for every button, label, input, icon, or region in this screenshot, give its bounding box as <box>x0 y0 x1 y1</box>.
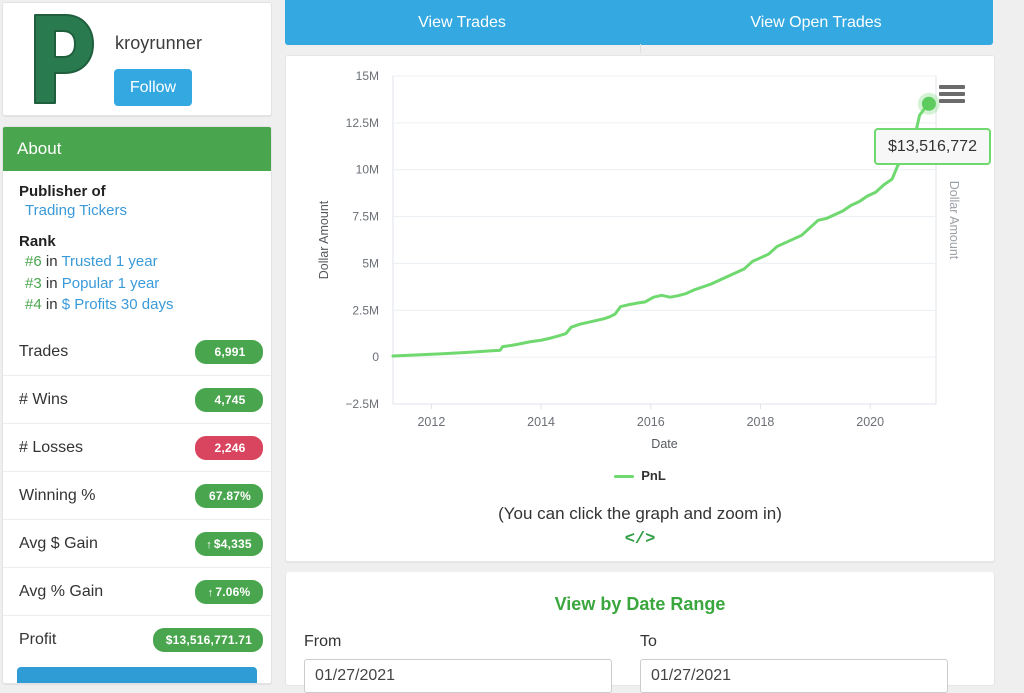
stat-value: $4,335 <box>213 536 252 551</box>
stat-label: Trades <box>19 342 69 360</box>
svg-text:2020: 2020 <box>856 415 884 429</box>
about-body: Publisher of Trading Tickers Rank #6 in … <box>3 171 271 316</box>
status-badge: 2,246 <box>195 435 263 460</box>
tooltip-value: $13,516,772 <box>888 137 977 155</box>
svg-text:Dollar Amount: Dollar Amount <box>947 181 961 260</box>
to-date-input[interactable] <box>640 659 948 693</box>
stat-label: # Losses <box>19 438 84 456</box>
svg-text:5M: 5M <box>362 256 379 270</box>
stats-list: Trades 6,991 # Wins 4,745 # Losses 2,246… <box>3 328 271 663</box>
sidebar: kroyrunner Follow About Publisher of Tra… <box>0 0 272 685</box>
from-date-input[interactable] <box>304 659 612 693</box>
profile-username: kroyrunner <box>115 33 203 53</box>
status-badge: $13,516,771.71 <box>152 627 263 652</box>
stat-row: Trades 6,991 <box>3 328 271 375</box>
code-embed-icon[interactable]: </> <box>286 530 994 549</box>
stat-label: Avg $ Gain <box>19 534 98 552</box>
rank-in: in <box>45 253 58 270</box>
from-field-group: From <box>304 633 640 693</box>
rank-in: in <box>45 296 58 314</box>
sidebar-action-button[interactable] <box>17 667 257 683</box>
stat-value: $13,516,771.71 <box>165 632 252 647</box>
svg-text:15M: 15M <box>356 69 379 83</box>
publisher-title: Publisher of <box>19 183 106 200</box>
status-badge: ↑ $4,335 <box>195 531 263 556</box>
rank-number: #3 <box>25 274 42 292</box>
stat-label: Winning % <box>19 486 96 504</box>
svg-text:2014: 2014 <box>527 415 555 429</box>
svg-text:Date: Date <box>651 437 677 451</box>
main-content: View Trades View Open Trades −2.5M 0 2.5M 5… <box>285 0 995 693</box>
page-right-margin <box>996 0 1024 685</box>
svg-text:10M: 10M <box>356 163 379 177</box>
tab-divider <box>640 44 641 53</box>
stat-value: 7.06% <box>215 584 251 599</box>
svg-text:7.5M: 7.5M <box>352 210 379 224</box>
svg-text:2.5M: 2.5M <box>352 303 379 317</box>
stat-row: Profit $13,516,771.71 <box>3 615 271 663</box>
rank-number: #6 <box>25 253 42 270</box>
rank-category-link[interactable]: Trusted 1 year <box>61 253 157 270</box>
follow-button[interactable]: Follow <box>114 69 192 106</box>
legend-swatch-pnl <box>614 475 635 479</box>
tab-bar: View Trades View Open Trades <box>285 0 993 45</box>
stat-row: # Losses 2,246 <box>3 423 271 471</box>
stat-row: # Wins 4,745 <box>3 375 271 423</box>
about-card: About Publisher of Trading Tickers Rank … <box>2 126 272 684</box>
stat-row: Winning % 67.87% <box>3 471 271 519</box>
chart-tooltip: $13,516,772 <box>874 128 991 165</box>
legend-label-pnl: PnL <box>641 468 666 483</box>
svg-text:2018: 2018 <box>747 415 775 429</box>
rank-item: #3 in Popular 1 year <box>25 274 255 295</box>
stat-value: 6,991 <box>214 344 246 359</box>
rank-in: in <box>45 274 58 292</box>
stat-value: 67.87% <box>209 488 251 503</box>
chart-legend[interactable]: PnL <box>286 468 994 483</box>
pnl-chart-card: −2.5M 0 2.5M 5M 7.5M 10M 12.5M 15M 2012 2014 2016 2… <box>285 55 995 562</box>
stat-row: Avg % Gain ↑ 7.06% <box>3 567 271 615</box>
hamburger-menu-icon[interactable] <box>939 85 965 103</box>
date-range-card: View by Date Range From To <box>285 572 995 693</box>
tab-view-open-trades[interactable]: View Open Trades <box>639 0 993 45</box>
arrow-up-icon: ↑ <box>206 538 212 551</box>
stat-value: 2,246 <box>214 440 246 455</box>
rank-number: #4 <box>25 296 42 314</box>
stat-row: Avg $ Gain ↑ $4,335 <box>3 519 271 567</box>
svg-text:12.5M: 12.5M <box>346 116 379 130</box>
rank-title: Rank <box>19 233 56 250</box>
svg-text:Dollar Amount: Dollar Amount <box>317 200 331 279</box>
svg-text:−2.5M: −2.5M <box>345 397 379 411</box>
chart-caption: (You can click the graph and zoom in) <box>498 504 782 523</box>
stat-label: Avg % Gain <box>19 582 104 600</box>
to-label: To <box>640 633 657 650</box>
date-range-fields: From To <box>286 615 994 693</box>
status-badge: 4,745 <box>195 387 263 412</box>
status-badge: 67.87% <box>195 483 263 508</box>
status-badge: 6,991 <box>195 339 263 364</box>
column-gap <box>273 0 284 685</box>
profile-card: kroyrunner Follow <box>2 2 272 116</box>
rank-item: #4 in $ Profits 30 days <box>25 295 255 316</box>
status-badge: ↑ 7.06% <box>195 579 263 604</box>
pnl-line-chart[interactable]: −2.5M 0 2.5M 5M 7.5M 10M 12.5M 15M 2012 2014 2016 2… <box>286 56 994 456</box>
tab-view-trades[interactable]: View Trades <box>285 0 639 45</box>
publisher-link[interactable]: Trading Tickers <box>25 202 255 219</box>
date-range-title: View by Date Range <box>554 594 726 614</box>
arrow-up-icon: ↑ <box>207 586 214 599</box>
rank-item: #6 in Trusted 1 year <box>25 252 255 273</box>
about-header: About <box>3 127 271 171</box>
stat-label: Profit <box>19 630 57 648</box>
stat-label: # Wins <box>19 390 68 408</box>
letter-p-logo-icon <box>21 9 99 109</box>
svg-text:2016: 2016 <box>637 415 665 429</box>
app-page: kroyrunner Follow About Publisher of Tra… <box>0 0 1024 693</box>
stat-value: 4,745 <box>214 392 246 407</box>
svg-text:2012: 2012 <box>417 415 445 429</box>
svg-text:0: 0 <box>372 350 379 364</box>
to-field-group: To <box>640 633 976 693</box>
rank-category-link[interactable]: $ Profits 30 days <box>62 296 174 313</box>
from-label: From <box>304 633 342 650</box>
rank-category-link[interactable]: Popular 1 year <box>62 275 160 292</box>
